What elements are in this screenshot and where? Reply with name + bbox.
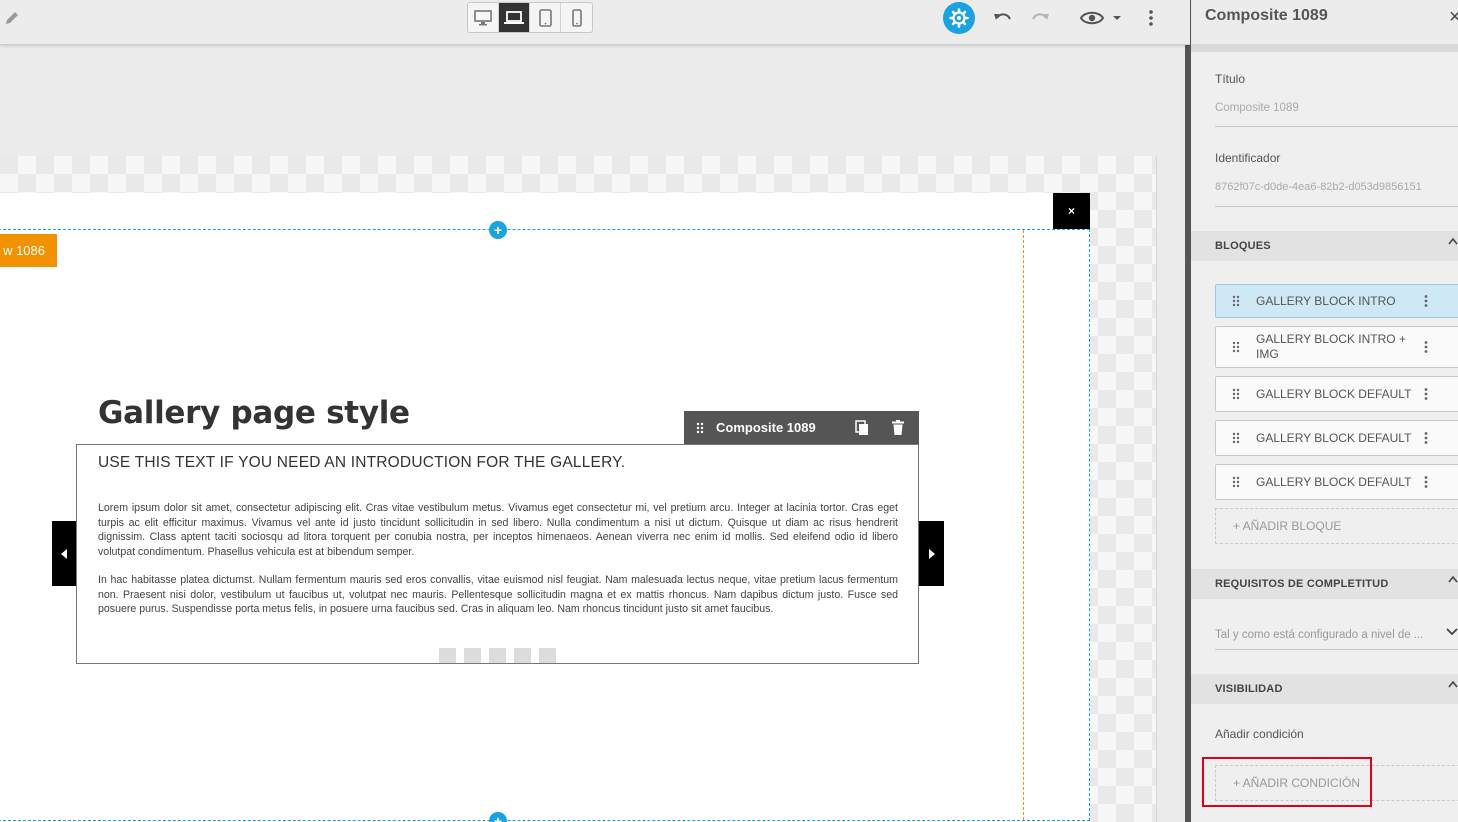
gear-icon [949,8,969,28]
identificador-label: Identificador [1215,151,1281,165]
drag-handle-icon[interactable] [1216,295,1256,307]
pagination-dot[interactable] [439,648,456,663]
composite-toolbar: Composite 1089 [684,411,919,444]
panel-header: Composite 1089 × [1191,0,1458,44]
panel-header-strip [1191,44,1458,52]
laptop-icon[interactable] [499,3,530,32]
caret-up-icon [1448,680,1458,688]
caret-down-icon[interactable] [1108,6,1126,30]
gallery-pagination [439,648,556,663]
requisitos-value: Tal y como está configurado a nivel de .… [1215,628,1424,641]
settings-gear-button[interactable] [943,2,975,34]
pagination-dot[interactable] [539,648,556,663]
drag-handle-icon[interactable] [684,422,716,434]
pagination-dot[interactable] [464,648,481,663]
bloques-header-label: BLOQUES [1215,240,1271,252]
undo-icon[interactable] [991,6,1015,30]
block-label: GALLERY BLOCK INTRO + IMG [1256,332,1406,361]
caret-up-icon [1448,575,1458,583]
more-vertical-icon[interactable] [1416,476,1436,488]
desktop-icon[interactable] [468,3,499,32]
requisitos-header-label: REQUISITOS DE COMPLETITUD [1215,578,1389,590]
requisitos-select[interactable]: Tal y como está configurado a nivel de .… [1215,620,1458,650]
block-item[interactable]: GALLERY BLOCK INTRO [1215,284,1458,318]
more-vertical-icon[interactable] [1416,432,1436,444]
pagination-dot[interactable] [514,648,531,663]
block-item[interactable]: GALLERY BLOCK DEFAULT [1215,420,1458,456]
row-label-badge[interactable]: w 1086 [0,234,57,267]
gallery-paragraph-1: Lorem ipsum dolor sit amet, consectetur … [98,502,898,558]
panel-title: Composite 1089 [1205,7,1328,24]
editor-toolbar [0,0,1190,45]
more-vertical-icon[interactable] [1139,6,1163,30]
more-vertical-icon[interactable] [1416,295,1436,307]
more-vertical-icon[interactable] [1416,341,1436,353]
block-item[interactable]: GALLERY BLOCK DEFAULT [1215,464,1458,500]
trash-icon[interactable] [880,420,916,435]
composite-gallery-block[interactable]: USE THIS TEXT IF YOU NEED AN INTRODUCTIO… [76,444,919,664]
gallery-prev-arrow[interactable] [52,521,77,586]
add-condition-button[interactable]: + AÑADIR CONDICIÓN [1215,765,1458,801]
block-label: GALLERY BLOCK DEFAULT [1256,430,1412,445]
block-item[interactable]: GALLERY BLOCK INTRO + IMG [1215,326,1458,368]
close-icon[interactable]: × [1449,6,1458,29]
device-switcher [467,2,593,33]
identificador-underline [1215,206,1458,207]
pencil-icon[interactable] [4,10,20,26]
block-label: GALLERY BLOCK DEFAULT [1256,386,1412,401]
chevron-left-icon [61,548,67,559]
titulo-label: Título [1215,72,1246,86]
duplicate-icon[interactable] [844,419,880,436]
column-outline [1023,230,1024,820]
block-label: GALLERY BLOCK DEFAULT [1256,474,1412,489]
tablet-icon[interactable] [530,3,561,32]
drag-handle-icon[interactable] [1216,341,1256,353]
close-row-button[interactable]: × [1053,193,1090,229]
add-condition-label: Añadir condición [1215,727,1304,741]
visibilidad-section-header[interactable]: VISIBILIDAD [1191,674,1458,704]
gallery-title: Gallery page style [98,395,410,431]
visibilidad-header-label: VISIBILIDAD [1215,683,1283,695]
properties-panel: Composite 1089 × Título Composite 1089 I… [1191,0,1458,822]
chevron-right-icon [929,548,935,559]
editor-canvas: × + + w 1086 Gallery page style USE THIS… [0,46,1185,822]
gallery-intro-text: USE THIS TEXT IF YOU NEED AN INTRODUCTIO… [98,454,626,471]
add-row-above-button[interactable]: + [489,221,507,239]
chevron-down-icon [1446,628,1458,636]
requisitos-section-header[interactable]: REQUISITOS DE COMPLETITUD [1191,569,1458,599]
identificador-value: 8762f07c-d0de-4ea6-82b2-d053d9856151 [1215,181,1422,193]
block-item[interactable]: GALLERY BLOCK DEFAULT [1215,376,1458,412]
titulo-input[interactable]: Composite 1089 [1215,102,1458,114]
drag-handle-icon[interactable] [1216,388,1256,400]
caret-up-icon [1448,237,1458,245]
titulo-underline [1215,126,1458,127]
bloques-section-header[interactable]: BLOQUES [1191,231,1458,261]
drag-handle-icon[interactable] [1216,432,1256,444]
mobile-icon[interactable] [561,3,592,32]
block-label: GALLERY BLOCK INTRO [1256,293,1396,308]
preview-eye-icon[interactable] [1078,6,1106,30]
more-vertical-icon[interactable] [1416,388,1436,400]
drag-handle-icon[interactable] [1216,476,1256,488]
gallery-next-arrow[interactable] [919,521,944,586]
pagination-dot[interactable] [489,648,506,663]
gallery-paragraph-2: In hac habitasse platea dictumst. Nullam… [98,574,898,615]
composite-name-label: Composite 1089 [716,420,816,435]
add-block-button[interactable]: + AÑADIR BLOQUE [1215,508,1458,544]
redo-icon[interactable] [1028,6,1052,30]
